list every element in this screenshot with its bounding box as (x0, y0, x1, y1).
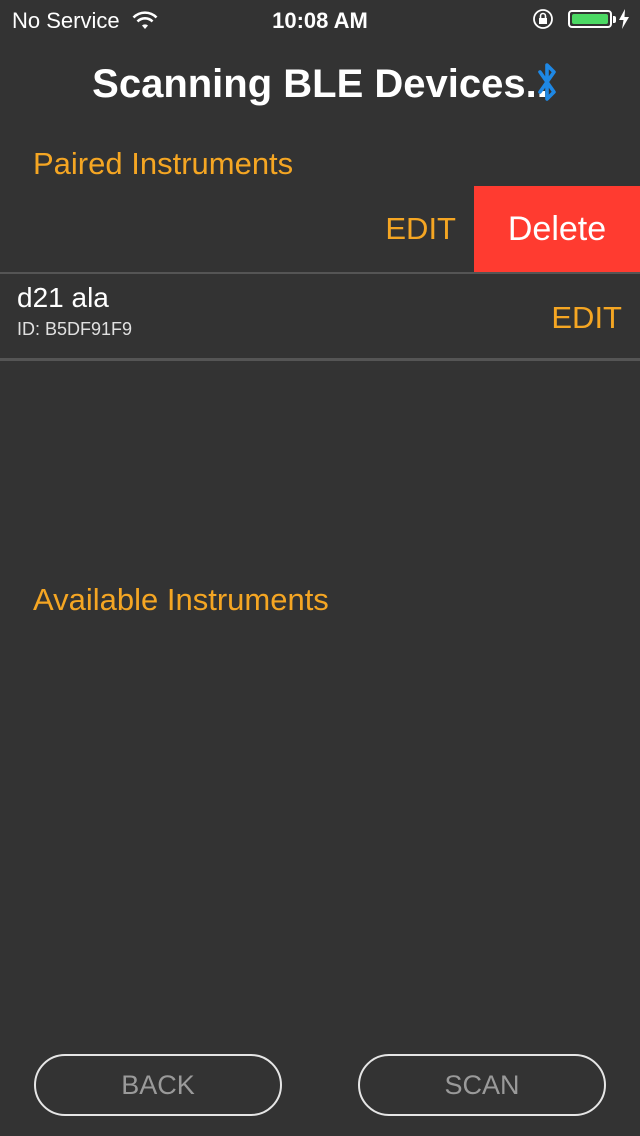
device-edit-button[interactable]: EDIT (551, 274, 622, 358)
rotation-lock-icon (533, 9, 553, 29)
status-bar: No Service 10:08 AM (0, 0, 640, 40)
paired-instruments-header: Paired Instruments (33, 146, 294, 181)
section-divider (0, 358, 640, 361)
swiped-row-edit-button[interactable]: EDIT (385, 186, 456, 272)
paired-device-row[interactable]: d21 ala ID: B5DF91F9 EDIT (0, 274, 640, 358)
charging-bolt-icon (619, 9, 629, 29)
device-name: d21 ala (17, 282, 109, 313)
battery-icon (568, 10, 616, 28)
scan-button[interactable]: SCAN (358, 1054, 606, 1116)
page-title: Scanning BLE Devices.. (0, 56, 640, 112)
status-right-group (532, 8, 630, 30)
battery-fill (572, 14, 608, 24)
back-button[interactable]: BACK (34, 1054, 282, 1116)
available-instruments-header: Available Instruments (33, 582, 329, 617)
ble-scan-screen: No Service 10:08 AM Scanning BLE Devices… (0, 0, 640, 1136)
title-wrapper: Scanning BLE Devices.. (92, 56, 556, 112)
delete-button[interactable]: Delete (474, 186, 640, 272)
title-text: Scanning BLE Devices.. (92, 62, 548, 106)
bluetooth-icon (538, 63, 556, 101)
swiped-paired-row[interactable]: EDIT Delete (0, 186, 640, 272)
device-id: ID: B5DF91F9 (17, 319, 133, 339)
